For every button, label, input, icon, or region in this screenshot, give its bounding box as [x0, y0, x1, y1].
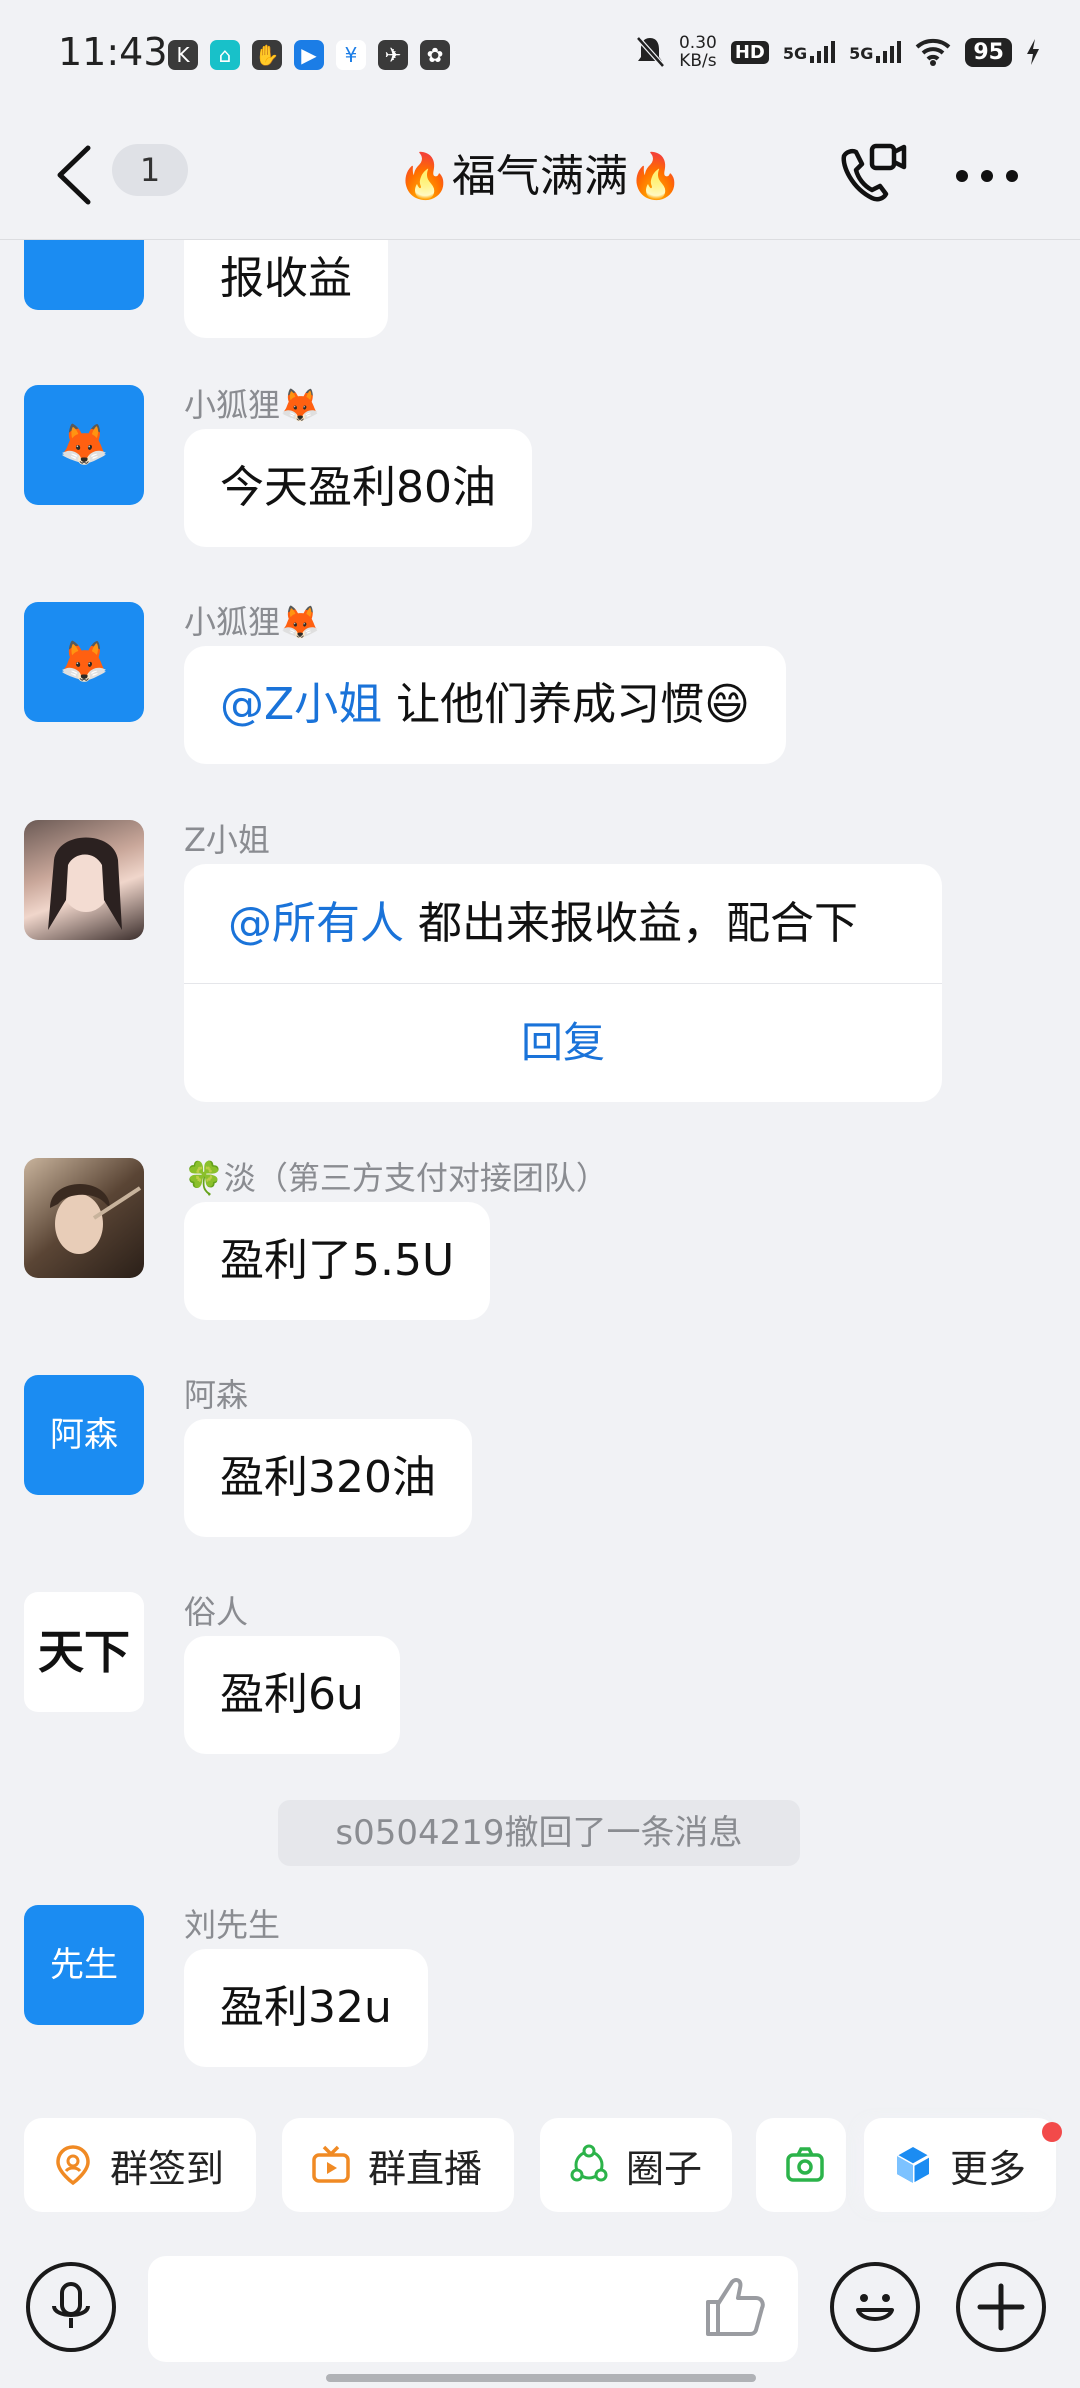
phone-video-icon — [841, 143, 907, 202]
app-hand-icon: ✋ — [252, 40, 282, 70]
card-text: @所有人 都出来报收益，配合下 — [184, 864, 942, 984]
group-live-button[interactable]: 群直播 — [282, 2118, 514, 2212]
voice-button[interactable] — [26, 2262, 116, 2352]
app-telegram-icon: ✈ — [378, 40, 408, 70]
quick-action-label: 群签到 — [110, 2146, 225, 2191]
quick-action-label: 群直播 — [368, 2146, 483, 2191]
camera-icon — [786, 2147, 824, 2182]
circle-nodes-icon — [570, 2144, 608, 2182]
sender-name: 小狐狸🦊 — [184, 386, 320, 424]
avatar[interactable] — [24, 240, 144, 310]
app-k-icon: K — [168, 40, 198, 70]
mute-bell-icon — [636, 36, 665, 68]
status-indicators: 0.30 KB/s HD 5G 5G 95 — [635, 34, 1040, 70]
avatar[interactable] — [24, 1158, 144, 1278]
fox-avatar-icon: 🦊 — [59, 639, 109, 685]
signal-5g-1: 5G — [783, 41, 836, 63]
portrait-avatar-icon — [50, 1184, 142, 1254]
net-speed: 0.30 KB/s — [678, 33, 717, 71]
emoji-button[interactable] — [830, 2262, 920, 2352]
message-bubble[interactable]: 盈利320油 — [184, 1419, 472, 1537]
group-checkin-button[interactable]: 群签到 — [24, 2118, 256, 2212]
more-dots-icon — [956, 170, 1018, 182]
thumbs-up-icon — [706, 2278, 765, 2336]
fox-avatar-icon: 🦊 — [59, 422, 109, 468]
reply-button[interactable]: 回复 — [184, 984, 942, 1102]
avatar[interactable]: 天下 — [24, 1592, 144, 1712]
status-time: 11:43 — [58, 30, 168, 74]
add-button[interactable] — [956, 2262, 1046, 2352]
message-bubble[interactable]: 盈利32u — [184, 1949, 428, 2067]
app-wechat-icon: ✿ — [420, 40, 450, 70]
message-bubble[interactable]: 报收益 — [184, 240, 388, 338]
message-text: 让他们养成习惯😄 — [382, 679, 751, 730]
sender-name: 🍀淡（第三方支付对接团队） — [184, 1159, 608, 1197]
like-button[interactable] — [700, 2272, 770, 2342]
mention-link[interactable]: @Z小姐 — [220, 679, 382, 730]
message-bubble[interactable]: 盈利6u — [184, 1636, 400, 1754]
battery-level: 95 — [965, 37, 1012, 67]
app-yen-icon: ¥ — [336, 40, 366, 70]
quick-action-bar[interactable]: 群签到 群直播 圈子 更多 — [0, 2118, 1080, 2218]
signal-bars-icon — [810, 41, 836, 63]
portrait-avatar-icon — [48, 837, 122, 930]
circle-button[interactable]: 圈子 — [540, 2118, 732, 2212]
sender-name: 小狐狸🦊 — [184, 603, 320, 641]
avatar[interactable]: 先生 — [24, 1905, 144, 2025]
chat-header: 1 🔥福气满满🔥 — [0, 110, 1080, 240]
app-play-icon: ▶ — [294, 40, 324, 70]
avatar[interactable]: 🦊 — [24, 385, 144, 505]
charging-icon — [1027, 39, 1039, 65]
sender-name: Z小姐 — [184, 821, 270, 859]
quick-action-label: 更多 — [950, 2146, 1027, 2191]
app-home-icon: ⌂ — [210, 40, 240, 70]
mention-link[interactable]: @所有人 — [228, 898, 404, 949]
hd-badge: HD — [730, 40, 769, 64]
status-app-icons: K ⌂ ✋ ▶ ¥ ✈ ✿ — [168, 40, 450, 70]
sender-name: 刘先生 — [184, 1906, 281, 1944]
video-call-button[interactable] — [830, 136, 910, 216]
tv-icon — [312, 2145, 350, 2183]
plus-icon — [977, 2283, 1025, 2331]
sender-name: 俗人 — [184, 1593, 249, 1631]
more-options-button[interactable] — [952, 146, 1022, 206]
quick-action-label: 圈子 — [626, 2146, 703, 2191]
signal-5g-2: 5G — [849, 41, 902, 63]
recall-notice: s0504219撤回了一条消息 — [278, 1800, 800, 1866]
avatar[interactable]: 阿森 — [24, 1375, 144, 1495]
wifi-icon — [916, 38, 951, 66]
avatar[interactable]: 🦊 — [24, 602, 144, 722]
camera-button[interactable] — [756, 2118, 846, 2212]
cube-icon — [896, 2147, 930, 2183]
message-bubble[interactable]: @Z小姐 让他们养成习惯😄 — [184, 646, 787, 764]
home-indicator[interactable] — [326, 2374, 756, 2382]
smiley-icon — [856, 2294, 894, 2321]
microphone-icon — [52, 2282, 90, 2328]
new-badge-dot — [1042, 2122, 1062, 2142]
avatar[interactable] — [24, 820, 144, 940]
status-bar: 11:43 K ⌂ ✋ ▶ ¥ ✈ ✿ 0.30 KB/s HD 5G 5G 9… — [0, 0, 1080, 110]
announcement-card[interactable]: @所有人 都出来报收益，配合下 回复 — [184, 864, 942, 1102]
message-bubble[interactable]: 盈利了5.5U — [184, 1202, 491, 1320]
chat-title[interactable]: 🔥福气满满🔥 — [0, 140, 1080, 204]
input-bar — [0, 2232, 1080, 2388]
message-list[interactable]: 报收益 🦊 小狐狸🦊 今天盈利80油 🦊 小狐狸🦊 @Z小姐 让他们养成习惯😄 … — [0, 240, 1080, 2120]
location-pin-icon — [56, 2145, 90, 2186]
message-bubble[interactable]: 今天盈利80油 — [184, 429, 532, 547]
signal-bars-icon — [876, 41, 902, 63]
more-actions-button[interactable]: 更多 — [864, 2118, 1056, 2212]
sender-name: 阿森 — [184, 1376, 249, 1414]
